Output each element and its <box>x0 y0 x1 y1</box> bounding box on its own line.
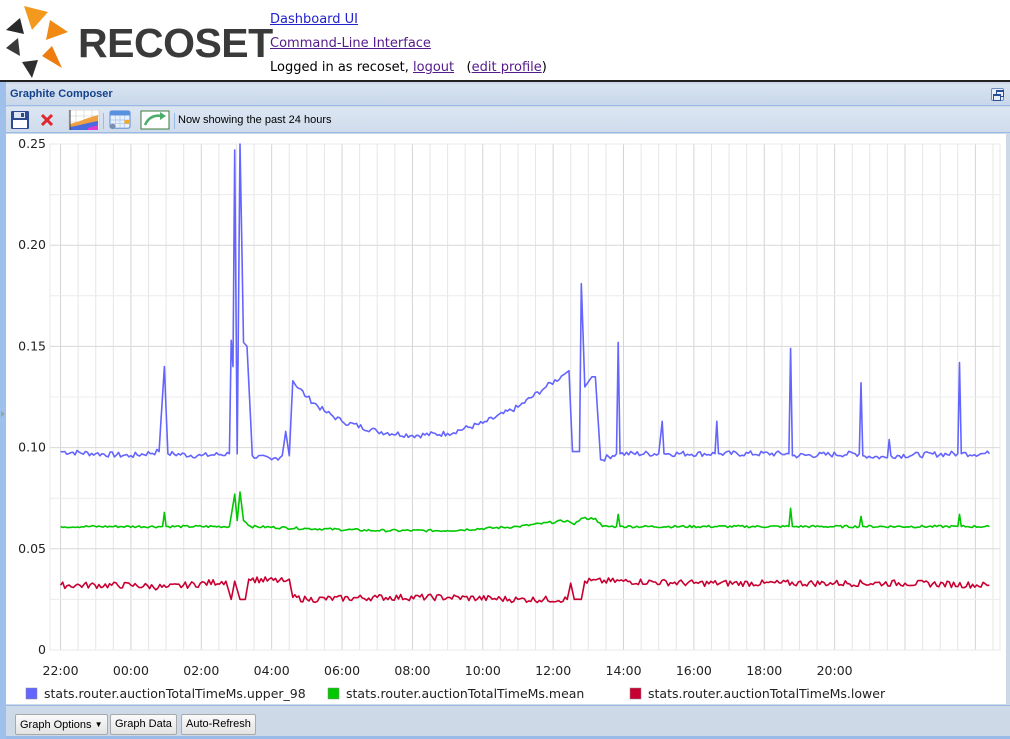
x-tick-label: 08:00 <box>394 663 430 678</box>
x-tick-label: 14:00 <box>606 663 642 678</box>
legend-label: stats.router.auctionTotalTimeMs.upper_98 <box>44 686 306 701</box>
x-tick-label: 06:00 <box>324 663 360 678</box>
edit-profile-link[interactable]: edit profile <box>472 60 542 75</box>
series-line-upper-98 <box>60 143 991 462</box>
y-tick-label: 0 <box>38 642 46 657</box>
dashboard-ui-link[interactable]: Dashboard UI <box>270 12 358 27</box>
legend-label: stats.router.auctionTotalTimeMs.lower <box>648 686 886 701</box>
chart-series <box>59 143 991 604</box>
legend-swatch <box>25 687 38 700</box>
panel-title-bar: Graphite Composer <box>6 84 1010 106</box>
graph-options-label: Graph Options <box>20 719 92 731</box>
logo-mark-icon <box>6 6 68 78</box>
time-range-status: Now showing the past 24 hours <box>178 114 332 126</box>
y-axis: 0 0.05 0.10 0.15 0.20 0.25 <box>18 136 46 657</box>
legend-swatch <box>327 687 340 700</box>
panel-title: Graphite Composer <box>10 88 113 100</box>
series-line-lower <box>59 576 990 604</box>
graph-data-button[interactable]: Graph Data <box>110 714 177 735</box>
command-line-interface-link[interactable]: Command-Line Interface <box>270 36 431 51</box>
chart-legend: stats.router.auctionTotalTimeMs.upper_98… <box>25 686 886 701</box>
logo-text: RECOSET <box>78 20 273 66</box>
restore-window-icon[interactable] <box>991 88 1004 101</box>
toolbar-separator <box>174 113 175 129</box>
toolbar-separator <box>103 113 104 129</box>
x-tick-label: 00:00 <box>113 663 149 678</box>
auto-refresh-button[interactable]: Auto-Refresh <box>181 714 256 735</box>
paren-close: ) <box>541 60 547 75</box>
x-tick-label: 20:00 <box>817 663 853 678</box>
header-nav: Dashboard UI Command-Line Interface Logg… <box>270 8 547 80</box>
y-tick-label: 0.20 <box>18 237 46 252</box>
x-tick-label: 04:00 <box>254 663 290 678</box>
graph-area: 0 0.05 0.10 0.15 0.20 0.25 22:00 00:00 02:00 04:… <box>6 134 1006 704</box>
login-status: Logged in as recoset, <box>270 60 409 75</box>
legend-label: stats.router.auctionTotalTimeMs.mean <box>346 686 584 701</box>
logout-link[interactable]: logout <box>413 60 454 75</box>
calendar-icon[interactable] <box>107 110 133 130</box>
page-header: RECOSET Dashboard UI Command-Line Interf… <box>0 0 1010 80</box>
graph-options-button[interactable]: Graph Options ▼ <box>15 714 108 735</box>
dropdown-arrow-icon: ▼ <box>94 720 103 729</box>
y-tick-label: 0.10 <box>18 440 46 455</box>
delete-icon[interactable] <box>38 110 56 130</box>
x-tick-label: 02:00 <box>183 663 219 678</box>
graph-options-icon[interactable] <box>68 110 100 130</box>
save-icon[interactable] <box>10 110 30 130</box>
x-tick-label: 10:00 <box>465 663 501 678</box>
graphite-composer-panel: Graphite Composer Now showing the past 2… <box>0 82 1010 739</box>
y-tick-label: 0.25 <box>18 136 46 151</box>
x-axis: 22:00 00:00 02:00 04:00 06:00 08:00 10:00 12:00… <box>43 663 853 678</box>
y-tick-label: 0.15 <box>18 338 46 353</box>
composer-toolbar: Now showing the past 24 hours <box>6 107 1010 133</box>
bottom-toolbar: Graph Options ▼ Graph Data Auto-Refresh <box>6 705 1010 739</box>
chart-grid <box>49 143 1001 651</box>
x-tick-label: 12:00 <box>535 663 571 678</box>
line-chart: 0 0.05 0.10 0.15 0.20 0.25 22:00 00:00 02:00 04:… <box>18 136 1001 701</box>
x-tick-label: 22:00 <box>43 663 79 678</box>
x-tick-label: 18:00 <box>746 663 782 678</box>
legend-swatch <box>629 687 642 700</box>
x-tick-label: 16:00 <box>676 663 712 678</box>
time-range-icon[interactable] <box>140 110 170 130</box>
y-tick-label: 0.05 <box>18 541 46 556</box>
